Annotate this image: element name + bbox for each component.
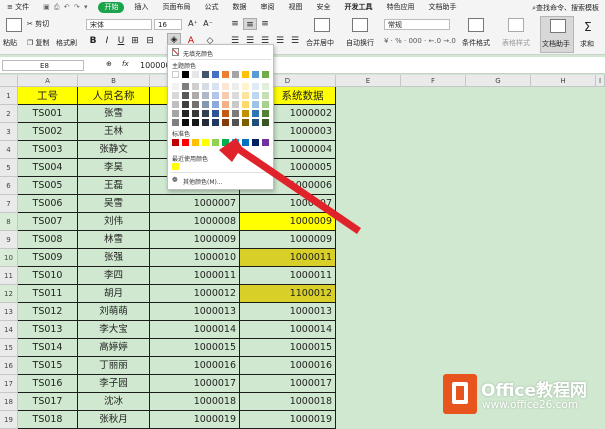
watermark: Office教程网 www.office26.com xyxy=(443,370,605,422)
watermark-url: www.office26.com xyxy=(482,399,579,411)
pointer-arrow xyxy=(219,138,361,234)
office-logo-letter xyxy=(452,382,468,404)
watermark-brand: Office教程网 xyxy=(481,381,588,401)
